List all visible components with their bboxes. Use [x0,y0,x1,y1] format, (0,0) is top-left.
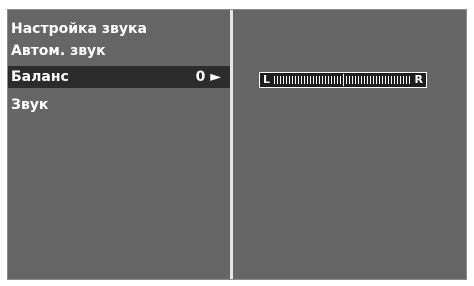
menu-item-label: Автом. звук [11,43,106,59]
balance-value: 0 [195,69,206,85]
menu-panel: Настройка звука Автом. звук Баланс 0 ► З… [8,10,230,279]
settings-panel: L R [233,10,466,279]
menu-item-label: Баланс [11,69,69,85]
balance-right-label: R [414,73,423,86]
osd-screen: Настройка звука Автом. звук Баланс 0 ► З… [7,9,467,280]
balance-position-marker[interactable] [343,74,344,86]
menu-title: Настройка звука [11,21,147,37]
balance-value-readout: 0 ► [196,66,221,88]
menu-item-sound[interactable]: Звук [8,94,230,116]
balance-slider[interactable]: L R [259,72,427,88]
menu-item-auto-sound[interactable]: Автом. звук [8,40,230,62]
menu-item-balance[interactable]: Баланс 0 ► [8,66,230,88]
arrow-right-icon: ► [210,69,221,85]
balance-left-label: L [263,73,271,86]
menu-item-label: Звук [11,97,49,113]
